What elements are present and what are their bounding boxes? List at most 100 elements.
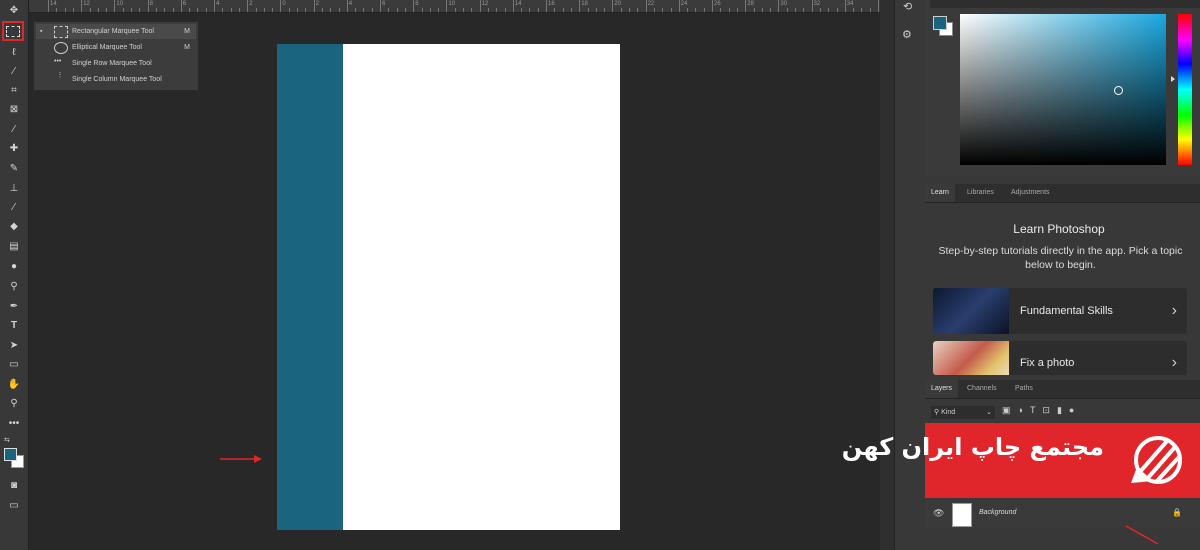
ruler-label: 2 — [315, 1, 319, 7]
elliptical-marquee-icon — [54, 42, 68, 54]
clone-stamp-tool-icon[interactable]: ⊥ — [4, 180, 24, 196]
learn-title: Learn Photoshop — [1013, 222, 1105, 236]
ruler-minor-tick — [363, 8, 365, 12]
tab-libraries[interactable]: Libraries — [961, 184, 1000, 202]
hue-slider-marker-icon[interactable] — [1171, 76, 1175, 82]
ruler-major-tick — [147, 0, 149, 12]
rectangle-tool-icon[interactable]: ▭ — [4, 356, 24, 372]
ruler-minor-tick — [330, 8, 332, 12]
type-tool-icon[interactable]: T — [4, 317, 24, 333]
ruler-major-tick — [114, 0, 116, 12]
active-tool-bullet-icon: ▪ — [40, 28, 43, 35]
ruler-label: 14 — [514, 1, 522, 7]
screen-mode-icon[interactable]: ▭ — [4, 497, 24, 513]
tab-layers[interactable]: Layers — [925, 380, 959, 398]
ruler-minor-tick — [205, 8, 207, 12]
ruler-minor-tick — [255, 8, 257, 12]
ruler-label: 6 — [182, 1, 187, 7]
shortcut-key: M — [184, 44, 190, 51]
path-selection-tool-icon[interactable]: ➤ — [4, 337, 24, 353]
dodge-tool-icon[interactable]: ⚲ — [4, 278, 24, 294]
hand-tool-icon[interactable]: ✋ — [4, 376, 24, 392]
layer-filter-select[interactable]: ⚲ Kind ⌄ — [931, 406, 995, 419]
single-column-marquee-icon: ⋮ — [56, 72, 64, 79]
ruler-minor-tick — [222, 8, 224, 12]
ruler-label: 10 — [116, 1, 124, 7]
history-panel-icon[interactable]: ⟲ — [903, 0, 912, 13]
gradient-tool-icon[interactable]: ▤ — [4, 238, 24, 254]
annotation-arrow-icon — [1125, 525, 1159, 545]
ruler-minor-tick — [595, 8, 597, 12]
flyout-item-single-row-marquee[interactable]: ••• Single Row Marquee Tool — [36, 56, 196, 71]
picker-foreground-swatch[interactable] — [933, 16, 947, 30]
flyout-item-elliptical-marquee[interactable]: Elliptical Marquee Tool M — [36, 40, 196, 55]
ruler-major-tick — [413, 0, 415, 12]
frame-tool-icon[interactable]: ⊠ — [4, 101, 24, 117]
learn-description: Step-by-step tutorials directly in the a… — [938, 245, 1183, 271]
tab-paths[interactable]: Paths — [1009, 380, 1039, 398]
more-tools-icon[interactable]: ••• — [4, 415, 24, 431]
saturation-value-field[interactable] — [960, 14, 1166, 165]
rectangular-marquee-tool-icon[interactable] — [2, 21, 24, 41]
watermark-banner: مجتمع چاپ ایران کهن — [842, 423, 1200, 498]
layer-filter-label: Kind — [941, 409, 956, 416]
chevron-right-icon: › — [1171, 354, 1177, 371]
swap-colors-icon[interactable]: ⇆ — [4, 436, 10, 444]
ruler-minor-tick — [662, 8, 664, 12]
foreground-color-swatch[interactable] — [4, 448, 17, 461]
ruler-minor-tick — [529, 8, 531, 12]
flyout-item-rectangular-marquee[interactable]: ▪ Rectangular Marquee Tool M — [36, 24, 196, 39]
visibility-eye-icon[interactable]: 👁 — [933, 508, 944, 519]
ruler-minor-tick — [703, 8, 705, 12]
ruler-minor-tick — [64, 8, 66, 12]
quick-selection-tool-icon[interactable]: ⁄ — [4, 63, 24, 79]
ruler-minor-tick — [521, 8, 523, 12]
healing-brush-tool-icon[interactable]: ✚ — [4, 140, 24, 156]
tab-learn[interactable]: Learn — [925, 184, 955, 202]
ruler-minor-tick — [56, 8, 58, 12]
tab-adjustments[interactable]: Adjustments — [1005, 184, 1056, 202]
ruler-minor-tick — [321, 8, 323, 12]
ruler-label: 14 — [50, 1, 57, 7]
ruler-minor-tick — [836, 8, 838, 12]
ruler-major-tick — [645, 0, 647, 12]
lasso-tool-icon[interactable]: ℓ — [4, 44, 24, 60]
pen-tool-icon[interactable]: ✒ — [4, 298, 24, 314]
adjustments-panel-icon[interactable]: ⚙ — [902, 28, 912, 41]
ruler-label: 6 — [382, 1, 386, 7]
blur-tool-icon[interactable]: ● — [4, 258, 24, 274]
ruler-minor-tick — [487, 8, 489, 12]
ruler-minor-tick — [438, 8, 440, 12]
ruler-minor-tick — [471, 8, 473, 12]
hue-slider[interactable] — [1178, 14, 1192, 165]
tutorial-card-fix-photo[interactable]: Fix a photo › — [933, 341, 1187, 375]
color-picker-handle[interactable] — [1114, 86, 1123, 95]
canvas-scrollbar[interactable] — [880, 0, 894, 550]
tutorial-thumbnail — [933, 288, 1009, 334]
ruler-minor-tick — [562, 8, 564, 12]
eyedropper-tool-icon[interactable]: ⁄ — [4, 121, 24, 137]
tab-channels[interactable]: Channels — [961, 380, 1003, 398]
crop-tool-icon[interactable]: ⌗ — [4, 82, 24, 98]
ruler-minor-tick — [496, 8, 498, 12]
ruler-minor-tick — [172, 8, 174, 12]
zoom-tool-icon[interactable]: ⚲ — [4, 395, 24, 411]
layer-filter-icons[interactable]: ▣◑T⊡▮● — [1002, 405, 1081, 416]
ruler-minor-tick — [795, 8, 796, 12]
history-brush-tool-icon[interactable]: ⁄ — [4, 199, 24, 215]
ruler-minor-tick — [338, 8, 340, 12]
ruler-minor-tick — [429, 8, 431, 12]
layer-thumbnail — [952, 503, 972, 527]
tutorial-card-fundamental-skills[interactable]: Fundamental Skills › — [933, 288, 1187, 334]
eraser-tool-icon[interactable]: ◆ — [4, 218, 24, 234]
move-tool-icon[interactable]: ✥ — [4, 2, 24, 18]
ruler-minor-tick — [504, 8, 506, 12]
ruler-major-tick — [612, 0, 614, 12]
brush-tool-icon[interactable]: ✎ — [4, 160, 24, 176]
quick-mask-icon[interactable]: ◙ — [4, 477, 24, 493]
lock-icon: 🔒 — [1172, 508, 1182, 517]
horizontal-ruler: 14 12 10 8 6 4 2 0 2 4 6 8 10 12 14 16 18 20 22 24 26 28 30 32 3… — [28, 0, 880, 13]
ruler-major-tick — [380, 0, 381, 12]
ruler-minor-tick — [131, 8, 132, 12]
flyout-item-single-column-marquee[interactable]: ⋮ Single Column Marquee Tool — [36, 72, 196, 87]
